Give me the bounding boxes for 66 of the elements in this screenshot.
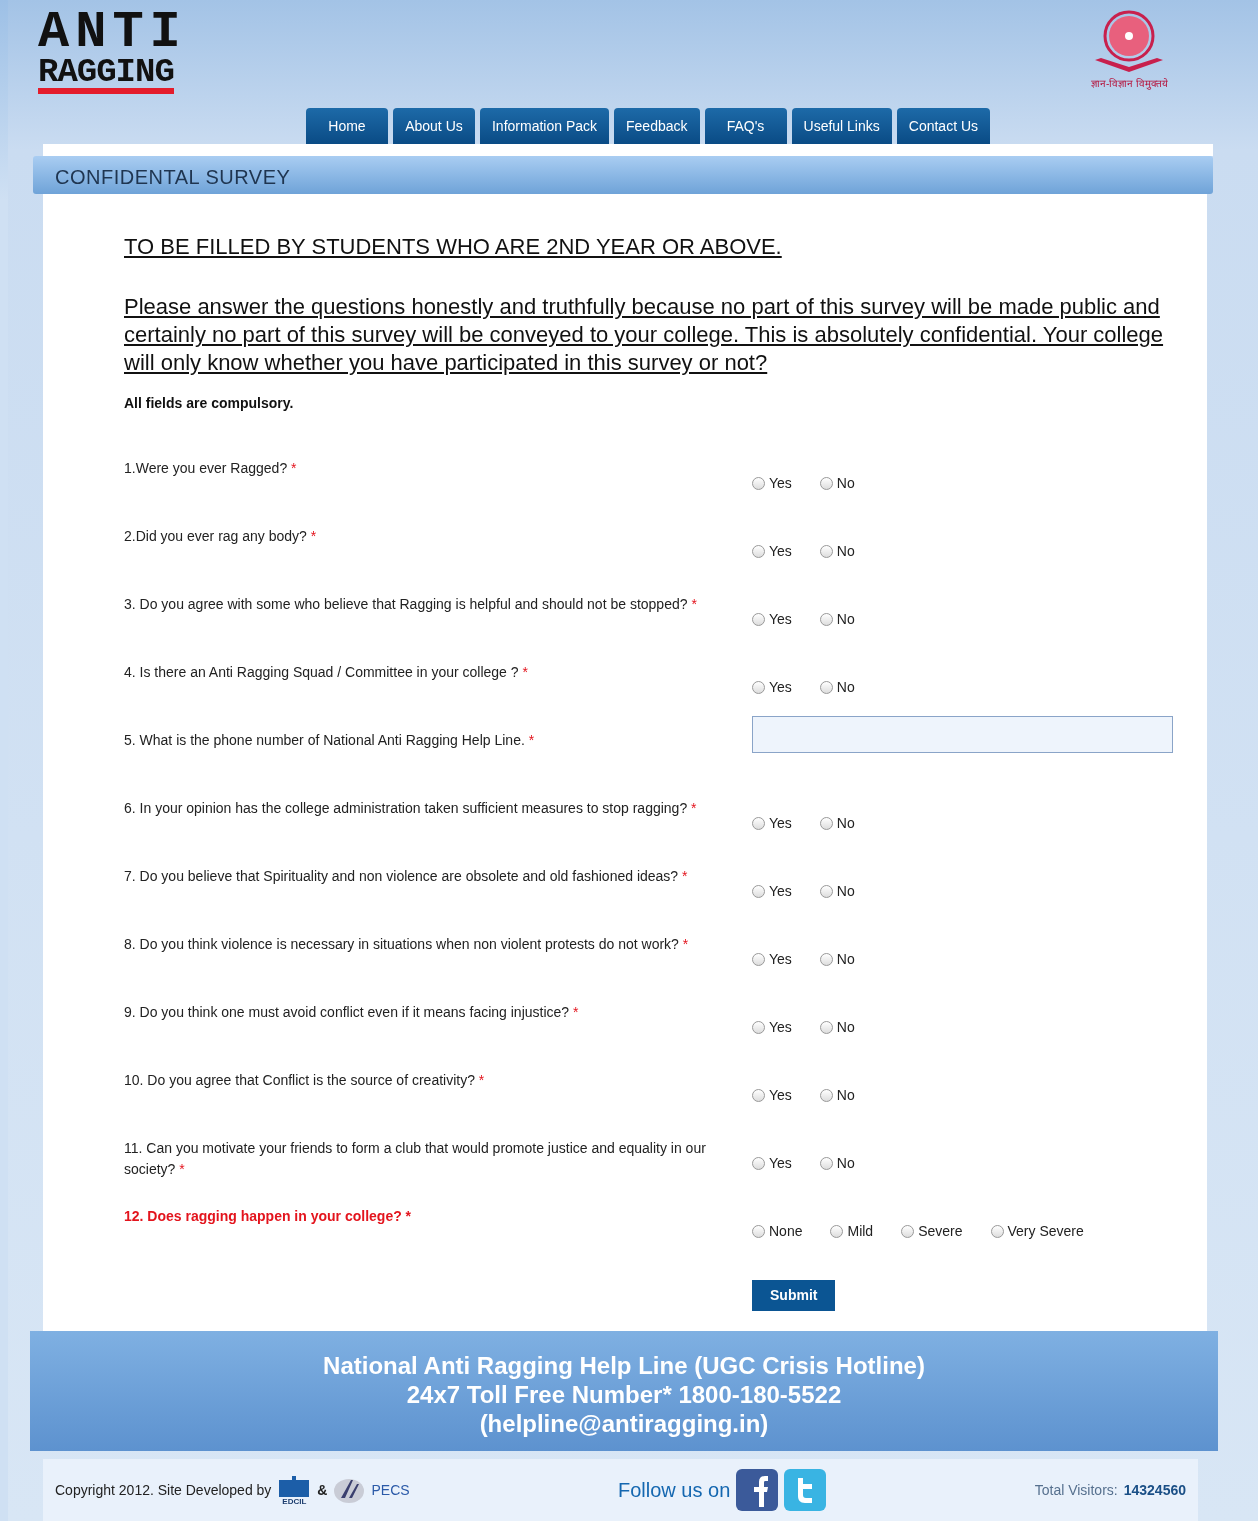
logo-text: RAGGING: [38, 56, 174, 95]
question-text: 11. Can you motivate your friends to form a club that would promote justice and equality in our society? *: [124, 1140, 706, 1177]
radio-option[interactable]: Yes: [752, 522, 792, 580]
question-text: 9. Do you think one must avoid conflict even if it means facing injustice? *: [124, 1004, 579, 1020]
nav-tab[interactable]: Home: [305, 108, 388, 144]
copyright-text: Copyright 2012. Site Developed by: [55, 1480, 272, 1500]
visitor-count: 14324560: [1123, 1480, 1186, 1500]
radio-option[interactable]: No: [819, 1134, 855, 1192]
logo-text: ANTI: [38, 10, 187, 57]
question-text: 3. Do you agree with some who believe that Ragging is helpful and should not be stopped? *: [124, 596, 697, 612]
question-text: 2.Did you ever rag any body? *: [124, 528, 317, 544]
book-logo-icon: [277, 1474, 312, 1498]
swoosh-logo-icon: [333, 1476, 366, 1504]
nav-tab[interactable]: Information Pack: [479, 108, 610, 144]
nav-tab[interactable]: Useful Links: [791, 108, 892, 144]
radio-option[interactable]: Yes: [752, 998, 792, 1056]
helpline-text: (helpline@antiragging.in): [478, 1409, 770, 1438]
radio-option[interactable]: Yes: [752, 794, 792, 852]
page-title-bar: CONFIDENTAL SURVEY: [33, 156, 1213, 194]
question-text: 5. What is the phone number of National Anti Ragging Help Line. *: [124, 732, 535, 748]
radio-option[interactable]: Yes: [752, 454, 792, 512]
emblem-motto: ज्ञान-विज्ञान विमुक्तये: [1090, 77, 1168, 91]
visitors-label: Total Visitors:: [1034, 1480, 1118, 1500]
radio-option[interactable]: Yes: [752, 590, 792, 648]
radio-option[interactable]: Yes: [752, 1066, 792, 1124]
twitter-icon[interactable]: [784, 1469, 827, 1511]
compulsory-note: All fields are compulsory.: [124, 394, 295, 413]
question-text: 12. Does ragging happen in your college? *: [124, 1208, 412, 1224]
radio-option[interactable]: No: [819, 454, 855, 512]
question-text: 4. Is there an Anti Ragging Squad / Committee in your college ? *: [124, 664, 528, 680]
facebook-icon[interactable]: [736, 1469, 779, 1511]
radio-option[interactable]: None: [752, 1202, 803, 1260]
submit-button[interactable]: Submit: [752, 1280, 836, 1311]
ampersand-text: &: [317, 1480, 328, 1500]
radio-option[interactable]: Severe: [901, 1202, 963, 1260]
radio-option[interactable]: Yes: [752, 862, 792, 920]
helpline-text: 24x7 Toll Free Number* 1800-180-5522: [405, 1380, 843, 1409]
radio-option[interactable]: Very Severe: [990, 1202, 1084, 1260]
answer-field[interactable]: [752, 716, 1173, 753]
question-text: 1.Were you ever Ragged? *: [124, 460, 297, 476]
radio-option[interactable]: No: [819, 590, 855, 648]
nav-tab[interactable]: About Us: [392, 108, 475, 144]
question-text: 7. Do you believe that Spirituality and non violence are obsolete and old fashioned ideas? *: [124, 868, 688, 884]
radio-option[interactable]: No: [819, 998, 855, 1056]
radio-option[interactable]: No: [819, 930, 855, 988]
question-text: 8. Do you think violence is necessary in situations when non violent protests do not work? *: [124, 936, 689, 952]
follow-text: Follow us on: [618, 1478, 731, 1503]
question-text: 10. Do you agree that Conflict is the source of creativity? *: [124, 1072, 485, 1088]
radio-option[interactable]: No: [819, 794, 855, 852]
radio-option[interactable]: Yes: [752, 658, 792, 716]
pecs-label: PECS: [371, 1480, 410, 1500]
radio-option[interactable]: No: [819, 522, 855, 580]
radio-option[interactable]: Yes: [752, 1134, 792, 1192]
radio-option[interactable]: Mild: [830, 1202, 874, 1260]
intro-paragraph: Please answer the questions honestly and truthfully because no part of this survey will be made public and certainly no part of this survey will be conveyed to your college. This is absolutely confidential. Your college will only know whether you have participated in this survey or not?: [124, 293, 1165, 377]
radio-option[interactable]: No: [819, 1066, 855, 1124]
edcil-label: EDCIL: [282, 1498, 307, 1506]
nav-tab[interactable]: Feedback: [614, 108, 700, 144]
nav-tab[interactable]: Contact Us: [896, 108, 991, 144]
radio-option[interactable]: Yes: [752, 930, 792, 988]
radio-option[interactable]: No: [819, 862, 855, 920]
helpline-text: National Anti Ragging Help Line (UGC Crisis Hotline): [322, 1351, 926, 1380]
nav-tab[interactable]: FAQ's: [704, 108, 787, 144]
question-text: 6. In your opinion has the college administration taken sufficient measures to stop ragging? *: [124, 800, 697, 816]
survey-heading: TO BE FILLED BY STUDENTS WHO ARE 2ND YEAR OR ABOVE.: [124, 233, 783, 261]
radio-option[interactable]: No: [819, 658, 855, 716]
